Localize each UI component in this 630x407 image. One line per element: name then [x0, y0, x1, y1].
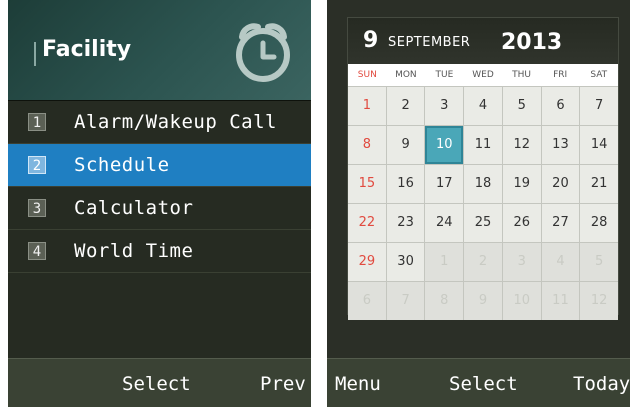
calendar-day-cell[interactable]: 8 — [348, 126, 387, 164]
menu-item-label: Calculator — [74, 197, 194, 219]
calendar: 9 SEPTEMBER 2013 SUN MON TUE WED THU FRI… — [347, 17, 619, 320]
menu-item-label: World Time — [74, 240, 194, 262]
header-day: 9 — [363, 28, 379, 53]
calendar-day-cell[interactable]: 7 — [580, 87, 619, 125]
menu-item-world-time[interactable]: 4 World Time — [8, 230, 311, 273]
facility-header: Facility — [8, 0, 311, 100]
select-softkey[interactable]: Select — [449, 373, 518, 395]
calendar-week-row: 8 9 10 11 12 13 14 — [348, 125, 619, 164]
menu-item-alarm[interactable]: 1 Alarm/Wakeup Call — [8, 101, 311, 144]
today-softkey[interactable]: Today — [573, 373, 630, 395]
calendar-day-cell[interactable]: 6 — [541, 87, 581, 125]
calendar-day-cell[interactable]: 26 — [502, 204, 542, 242]
calendar-day-cell[interactable]: 2 — [386, 87, 426, 125]
calendar-week-row: 15 16 17 18 19 20 21 — [348, 164, 619, 203]
weekday-label: FRI — [553, 70, 568, 80]
calendar-day-cell[interactable]: 10 — [502, 282, 542, 320]
calendar-day-cell[interactable]: 30 — [386, 243, 426, 281]
calendar-day-cell[interactable]: 23 — [386, 204, 426, 242]
calendar-day-cell[interactable]: 8 — [425, 282, 465, 320]
calendar-week-row: 6 7 8 9 10 11 12 — [348, 281, 619, 320]
calendar-day-cell[interactable]: 5 — [580, 243, 619, 281]
calendar-day-cell[interactable]: 9 — [386, 126, 426, 164]
prev-softkey[interactable]: Prev — [260, 373, 306, 395]
calendar-day-cell[interactable]: 10 — [425, 126, 465, 164]
calendar-day-cell[interactable]: 12 — [580, 282, 619, 320]
header-year: 2013 — [501, 30, 563, 55]
calendar-day-cell[interactable]: 1 — [425, 243, 465, 281]
calendar-day-cell[interactable]: 21 — [580, 165, 619, 203]
header-separator — [34, 42, 36, 66]
weekday-label: THU — [512, 70, 532, 80]
calendar-day-cell[interactable]: 19 — [502, 165, 542, 203]
weekday-label: TUE — [435, 70, 454, 80]
alarm-clock-icon — [236, 23, 290, 82]
calendar-day-cell[interactable]: 3 — [502, 243, 542, 281]
calendar-week-row: 22 23 24 25 26 27 28 — [348, 203, 619, 242]
facility-menu-screen: Facility 1 Alarm/Wakeup Call 2 Schedule … — [8, 0, 311, 407]
header-month: SEPTEMBER — [388, 35, 471, 50]
calendar-day-cell[interactable]: 15 — [348, 165, 387, 203]
calendar-day-cell[interactable]: 16 — [386, 165, 426, 203]
weekday-label: MON — [395, 70, 417, 80]
weekday-header: SUN MON TUE WED THU FRI SAT — [348, 64, 618, 86]
weekday-label: WED — [472, 70, 494, 80]
calendar-day-cell[interactable]: 11 — [541, 282, 581, 320]
menu-item-calculator[interactable]: 3 Calculator — [8, 187, 311, 230]
calendar-day-cell[interactable]: 5 — [502, 87, 542, 125]
calendar-day-cell[interactable]: 28 — [580, 204, 619, 242]
calendar-day-cell[interactable]: 17 — [425, 165, 465, 203]
menu-list: 1 Alarm/Wakeup Call 2 Schedule 3 Calcula… — [8, 101, 311, 273]
calendar-day-cell[interactable]: 25 — [464, 204, 503, 242]
weekday-label: SUN — [357, 70, 377, 80]
menu-item-number: 4 — [28, 242, 46, 260]
menu-item-number: 3 — [28, 199, 46, 217]
select-softkey[interactable]: Select — [122, 373, 191, 395]
calendar-day-cell[interactable]: 4 — [541, 243, 581, 281]
calendar-week-row: 29 30 1 2 3 4 5 — [348, 242, 619, 281]
calendar-day-cell[interactable]: 20 — [541, 165, 581, 203]
calendar-day-cell[interactable]: 4 — [464, 87, 503, 125]
calendar-day-cell[interactable]: 13 — [541, 126, 581, 164]
calendar-day-cell[interactable]: 27 — [541, 204, 581, 242]
calendar-screen: 9 SEPTEMBER 2013 SUN MON TUE WED THU FRI… — [327, 0, 630, 407]
menu-item-number: 1 — [28, 113, 46, 131]
menu-item-number: 2 — [28, 156, 46, 174]
calendar-day-cell[interactable]: 29 — [348, 243, 387, 281]
calendar-day-cell[interactable]: 6 — [348, 282, 387, 320]
menu-item-label: Alarm/Wakeup Call — [74, 111, 277, 133]
calendar-day-cell[interactable]: 22 — [348, 204, 387, 242]
calendar-grid: 1 2 3 4 5 6 7 8 9 10 11 12 13 14 15 16 17 18 19 20 21 22 23 24 2… — [348, 86, 619, 320]
calendar-header: 9 SEPTEMBER 2013 — [348, 18, 618, 64]
weekday-label: SAT — [590, 70, 608, 80]
calendar-day-cell[interactable]: 18 — [464, 165, 503, 203]
calendar-day-cell[interactable]: 3 — [425, 87, 465, 125]
calendar-day-cell[interactable]: 2 — [464, 243, 503, 281]
calendar-day-cell[interactable]: 14 — [580, 126, 619, 164]
calendar-day-cell[interactable]: 12 — [502, 126, 542, 164]
softkey-bar: Menu Select Today — [327, 358, 630, 407]
calendar-day-cell[interactable]: 24 — [425, 204, 465, 242]
calendar-week-row: 1234567 — [348, 86, 619, 125]
calendar-day-cell[interactable]: 1 — [348, 87, 387, 125]
page-title: Facility — [42, 37, 132, 62]
menu-item-schedule[interactable]: 2 Schedule — [8, 144, 311, 187]
menu-item-label: Schedule — [74, 154, 170, 176]
calendar-day-cell[interactable]: 7 — [386, 282, 426, 320]
menu-softkey[interactable]: Menu — [335, 373, 381, 395]
calendar-day-cell[interactable]: 9 — [464, 282, 503, 320]
calendar-day-cell[interactable]: 11 — [464, 126, 503, 164]
softkey-bar: Select Prev — [8, 358, 311, 407]
